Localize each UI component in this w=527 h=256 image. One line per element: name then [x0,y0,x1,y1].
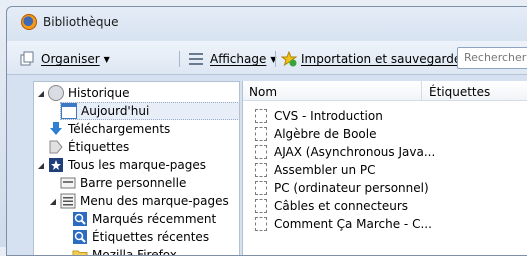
import-backup-label: Importation et sauvegarde [301,52,462,66]
list-item[interactable]: PC (ordinateur personnel) [255,179,429,197]
expand-arrow-icon[interactable]: ◢ [48,197,58,206]
sidebar-item-downloads[interactable]: Téléchargements [48,120,170,138]
sidebar-item-all-bookmarks[interactable]: ◢ Tous les marque-pages [34,156,206,174]
sidebar-item-label: Téléchargements [68,122,171,136]
organize-dropdown-icon: ▼ [103,54,110,64]
bookmark-page-icon [255,217,267,231]
folder-icon [72,250,88,255]
column-separator[interactable] [421,81,422,101]
sidebar-tree: ◢ Historique Aujourd'hui Téléchargements… [33,81,240,256]
list-item[interactable]: Câbles et connecteurs [255,197,408,215]
list-item-label: AJAX (Asynchronous Java... [274,145,436,159]
view-button[interactable]: Affichage ▼ [188,50,277,68]
bookmark-page-icon [255,199,267,213]
list-item-label: CVS - Introduction [274,109,383,123]
calendar-icon [61,103,77,119]
firefox-icon [21,14,37,30]
toolbar-icon [60,177,76,189]
organize-label: Organiser [41,52,100,66]
smart-folder-icon [73,212,87,226]
sidebar-item-bookmarks-menu[interactable]: ◢ Menu des marque-pages [46,192,229,210]
list-item[interactable]: Algèbre de Boole [255,125,376,143]
import-star-icon [281,51,297,67]
sidebar-item-history[interactable]: ◢ Historique [34,84,130,102]
bookmark-page-icon [255,109,267,123]
sidebar-item-personal-toolbar[interactable]: Barre personnelle [60,174,186,192]
window-title: Bibliothèque [43,15,119,29]
tag-icon [49,140,63,154]
list-item[interactable]: AJAX (Asynchronous Java... [255,143,435,161]
sidebar-item-label: Barre personnelle [80,176,187,190]
list-item-label: PC (ordinateur personnel) [274,181,429,195]
organize-icon [20,51,34,66]
toolbar: Organiser ▼ Affichage ▼ Importation et s… [7,41,527,75]
sidebar-item-label: Mozilla Firefox [92,248,177,256]
sidebar-item-label: Marqués récemment [92,212,217,226]
organize-button[interactable]: Organiser ▼ [19,50,110,68]
library-window: Bibliothèque Organiser ▼ Affichage ▼ Imp… [6,6,527,256]
menu-icon [60,193,76,209]
list-item-label: Comment Ça Marche - C... [274,217,432,231]
title-bar[interactable]: Bibliothèque [7,7,527,37]
bookmark-page-icon [255,145,267,159]
expand-arrow-icon[interactable]: ◢ [36,89,46,98]
bookmark-page-icon [255,163,267,177]
sidebar-item-today[interactable]: Aujourd'hui [60,102,240,120]
bookmark-page-icon [255,181,267,195]
history-icon [48,85,64,101]
sidebar-item-recent-tags[interactable]: Étiquettes récentes [72,228,209,246]
sidebar-item-mozilla-firefox[interactable]: Mozilla Firefox [72,246,177,256]
bookmark-list: Nom Étiquettes CVS - Introduction Algèbr… [243,81,527,255]
column-header-tags[interactable]: Étiquettes [429,85,490,99]
sidebar-item-label: Menu des marque-pages [80,194,229,208]
search-input[interactable]: Rechercher d [457,47,527,69]
list-item-label: Algèbre de Boole [274,127,377,141]
sidebar-item-label: Tous les marque-pages [68,158,207,172]
column-header-row: Nom Étiquettes [243,81,527,101]
sidebar-item-label: Étiquettes récentes [92,230,210,244]
list-item[interactable]: Assembler un PC [255,161,376,179]
column-header-name[interactable]: Nom [249,85,277,99]
download-icon [50,122,62,135]
list-item[interactable]: CVS - Introduction [255,107,383,125]
smart-folder-icon [73,230,87,244]
bookmark-page-icon [255,127,267,141]
sidebar-item-label: Étiquettes [68,140,130,154]
list-item[interactable]: Comment Ça Marche - C... [255,215,432,233]
sidebar-item-label: Historique [68,86,130,100]
toolbar-separator [275,51,276,67]
sidebar-item-recently-bookmarked[interactable]: Marqués récemment [72,210,216,228]
toolbar-separator [179,51,180,67]
sidebar-item-label: Aujourd'hui [81,104,150,118]
expand-arrow-icon[interactable]: ◢ [36,161,46,170]
bookmarks-icon [49,158,63,172]
import-backup-button[interactable]: Importation et sauvegarde ▼ [281,50,471,68]
list-item-label: Assembler un PC [274,163,376,177]
list-item-label: Câbles et connecteurs [274,199,409,213]
view-label: Affichage [210,52,267,66]
view-icon [189,53,203,65]
sidebar-item-tags[interactable]: Étiquettes [48,138,129,156]
